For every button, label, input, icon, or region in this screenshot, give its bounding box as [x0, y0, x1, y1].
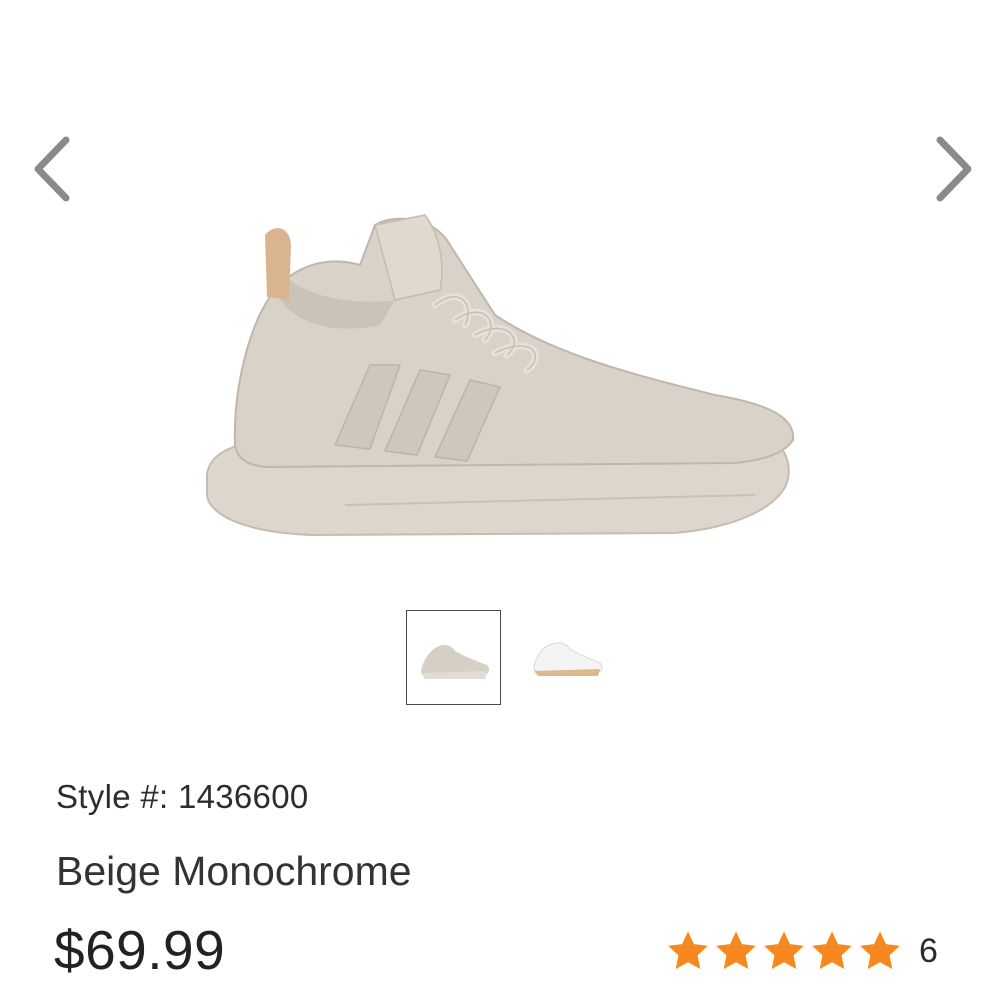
star-icon	[668, 931, 708, 970]
price: $69.99	[54, 919, 226, 981]
color-name: Beige Monochrome	[56, 848, 412, 894]
style-number: Style #: 1436600	[56, 778, 309, 816]
star-icon	[716, 931, 756, 970]
thumbnail-strip	[406, 610, 614, 705]
thumbnail-beige-image	[420, 644, 489, 679]
star-icon	[764, 931, 804, 970]
star-icon	[860, 931, 900, 970]
style-label: Style #:	[56, 778, 169, 815]
chevron-right-icon	[936, 136, 972, 202]
thumbnail-white[interactable]	[519, 610, 614, 705]
review-count: 6	[919, 931, 938, 970]
thumbnail-beige[interactable]	[406, 610, 501, 705]
rating[interactable]: 6	[665, 928, 938, 974]
thumbnail-white-image	[532, 641, 602, 676]
chevron-left-icon	[34, 136, 70, 202]
next-image-button[interactable]	[928, 132, 978, 206]
product-image	[195, 205, 805, 555]
style-value: 1436600	[177, 778, 309, 815]
star-rating	[665, 928, 903, 974]
previous-image-button[interactable]	[28, 132, 78, 206]
star-icon	[812, 931, 852, 970]
